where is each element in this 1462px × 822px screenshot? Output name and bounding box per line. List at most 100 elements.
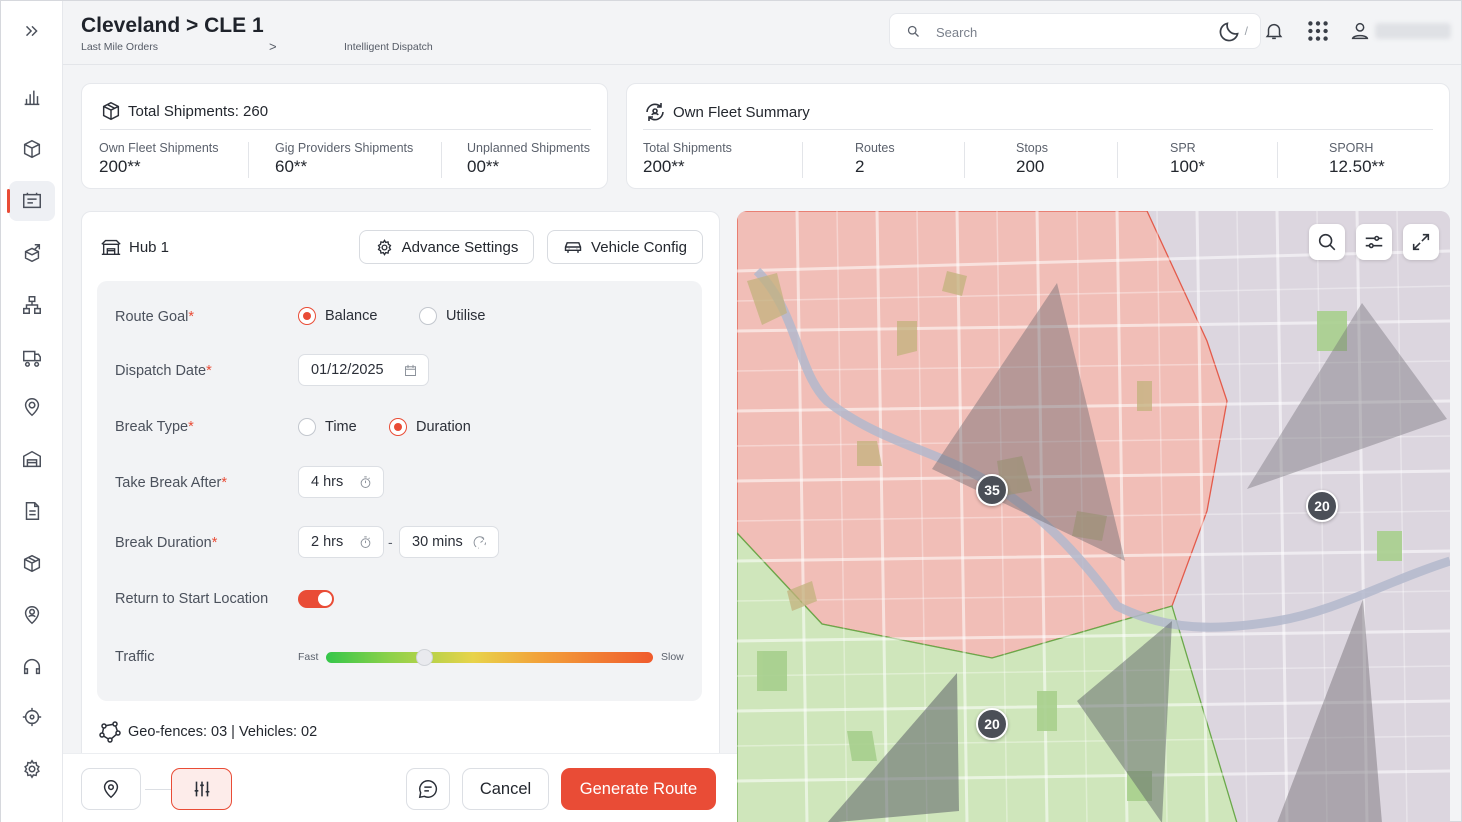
vehicle-config-label: Vehicle Config [591,238,687,256]
sidebar-item-packages[interactable] [9,129,55,169]
double-chevron-right-icon [25,25,38,37]
time-option-label: Time [325,419,357,435]
break-duration-hours-input[interactable]: 2 hrs [298,526,384,558]
own-fleet-summary-card: Own Fleet Summary Total Shipments 200** … [626,83,1450,189]
view-toggle-connector [145,789,171,790]
route-goal-balance-radio[interactable]: Balance [298,307,377,325]
user-menu-button[interactable] [1347,18,1373,44]
user-icon [1351,22,1369,40]
fleet-sporh-label: SPORH [1329,141,1374,155]
break-type-duration-radio[interactable]: Duration [389,418,471,436]
generate-route-button[interactable]: Generate Route [561,768,716,810]
traffic-slider-handle[interactable] [415,649,433,666]
vehicle-config-button[interactable]: Vehicle Config [547,230,703,264]
own-fleet-shipments-label: Own Fleet Shipments [99,141,219,155]
break-duration-minutes-value: 30 mins [412,534,463,550]
fleet-routes-label: Routes [855,141,895,155]
take-break-after-label: Take Break After* [115,475,228,491]
document-icon [25,502,40,520]
package-icon [23,139,41,159]
breadcrumb-intelligent-dispatch[interactable]: Intelligent Dispatch [344,41,433,53]
map-canvas [737,211,1450,822]
fleet-sync-icon [646,103,664,121]
sidebar-item-documents[interactable] [9,491,55,531]
map-view-button[interactable] [81,768,141,810]
route-map[interactable] [737,211,1450,822]
warehouse-icon [101,239,121,256]
dispatch-board-icon [23,192,41,209]
theme-toggle-button[interactable] [1217,18,1243,44]
map-cluster-marker[interactable]: 35 [976,474,1008,506]
map-filter-button[interactable] [1356,224,1392,260]
sidebar-item-hierarchy[interactable] [9,285,55,325]
headset-icon [23,659,41,675]
comments-button[interactable] [406,768,450,810]
action-footer: Cancel Generate Route [63,753,737,822]
total-shipments-card: Total Shipments: 260 Own Fleet Shipments… [81,83,608,189]
calendar-icon[interactable] [403,363,418,378]
sidebar-item-tracking[interactable] [9,697,55,737]
sidebar-toggle-button[interactable] [9,11,55,51]
fleet-total-shipments-label: Total Shipments [643,141,732,155]
search-shortcut: / [1244,24,1248,38]
apps-button[interactable] [1305,18,1331,44]
sidebar [1,1,63,822]
sidebar-item-drivers[interactable] [9,595,55,635]
search-input[interactable]: Search [936,25,977,40]
cancel-button[interactable]: Cancel [462,768,549,810]
radio-unselected-indicator [298,418,316,436]
sidebar-item-warehouse[interactable] [9,439,55,479]
breadcrumb-last-mile-orders[interactable]: Last Mile Orders [81,41,158,53]
take-break-after-input[interactable]: 4 hrs [298,466,384,498]
search-icon [907,25,919,37]
duration-option-label: Duration [416,419,471,435]
map-search-button[interactable] [1309,224,1345,260]
route-settings-panel [97,281,702,701]
stopwatch-icon [360,536,371,548]
fleet-total-shipments-value: 200** [643,157,685,176]
return-to-start-label: Return to Start Location [115,591,269,607]
sidebar-item-settings[interactable] [9,749,55,789]
break-type-time-radio[interactable]: Time [298,418,357,436]
sidebar-item-fleet[interactable] [9,337,55,377]
advance-settings-button[interactable]: Advance Settings [359,230,534,264]
header: Cleveland > CLE 1 Last Mile Orders > Int… [63,1,1461,65]
map-expand-button[interactable] [1403,224,1439,260]
map-cluster-marker[interactable]: 20 [1306,490,1338,522]
map-cluster-marker[interactable]: 20 [976,708,1008,740]
sidebar-item-analytics[interactable] [9,77,55,117]
timer-icon [473,536,486,549]
traffic-label: Traffic [115,649,155,665]
fleet-routes-value: 2 [855,157,865,176]
target-icon [22,707,42,727]
break-duration-minutes-input[interactable]: 30 mins [399,526,499,558]
box-arrow-icon [24,244,41,263]
sidebar-item-dispatch[interactable] [7,181,55,221]
fleet-spr-value: 100* [1170,157,1205,176]
fleet-sporh-value: 12.50** [1329,157,1385,176]
bar-chart-icon [24,90,40,106]
take-break-after-value: 4 hrs [311,474,344,490]
sidebar-item-locations[interactable] [9,387,55,427]
sidebar-item-box-transfer[interactable] [9,233,55,273]
radio-unselected-indicator [419,307,437,325]
sidebar-item-support[interactable] [9,647,55,687]
gig-providers-shipments-value: 60** [275,157,308,176]
gear-icon [24,759,40,779]
fleet-stops-label: Stops [1016,141,1048,155]
advance-settings-label: Advance Settings [401,238,519,256]
return-to-start-toggle[interactable] [298,590,334,608]
hierarchy-icon [23,296,41,314]
car-icon [564,242,582,253]
settings-view-button[interactable] [171,768,232,810]
radio-selected-indicator [389,418,407,436]
sidebar-item-inventory[interactable] [9,543,55,583]
dispatch-date-input[interactable]: 01/12/2025 [298,354,429,386]
search-bar[interactable]: Search / [889,13,1261,49]
route-goal-utilise-radio[interactable]: Utilise [419,307,485,325]
traffic-fast-label: Fast [298,651,319,663]
notifications-button[interactable] [1261,18,1287,44]
traffic-slider-track[interactable] [326,652,653,663]
search-icon [1318,233,1336,251]
filter-sliders-icon [1365,235,1383,249]
